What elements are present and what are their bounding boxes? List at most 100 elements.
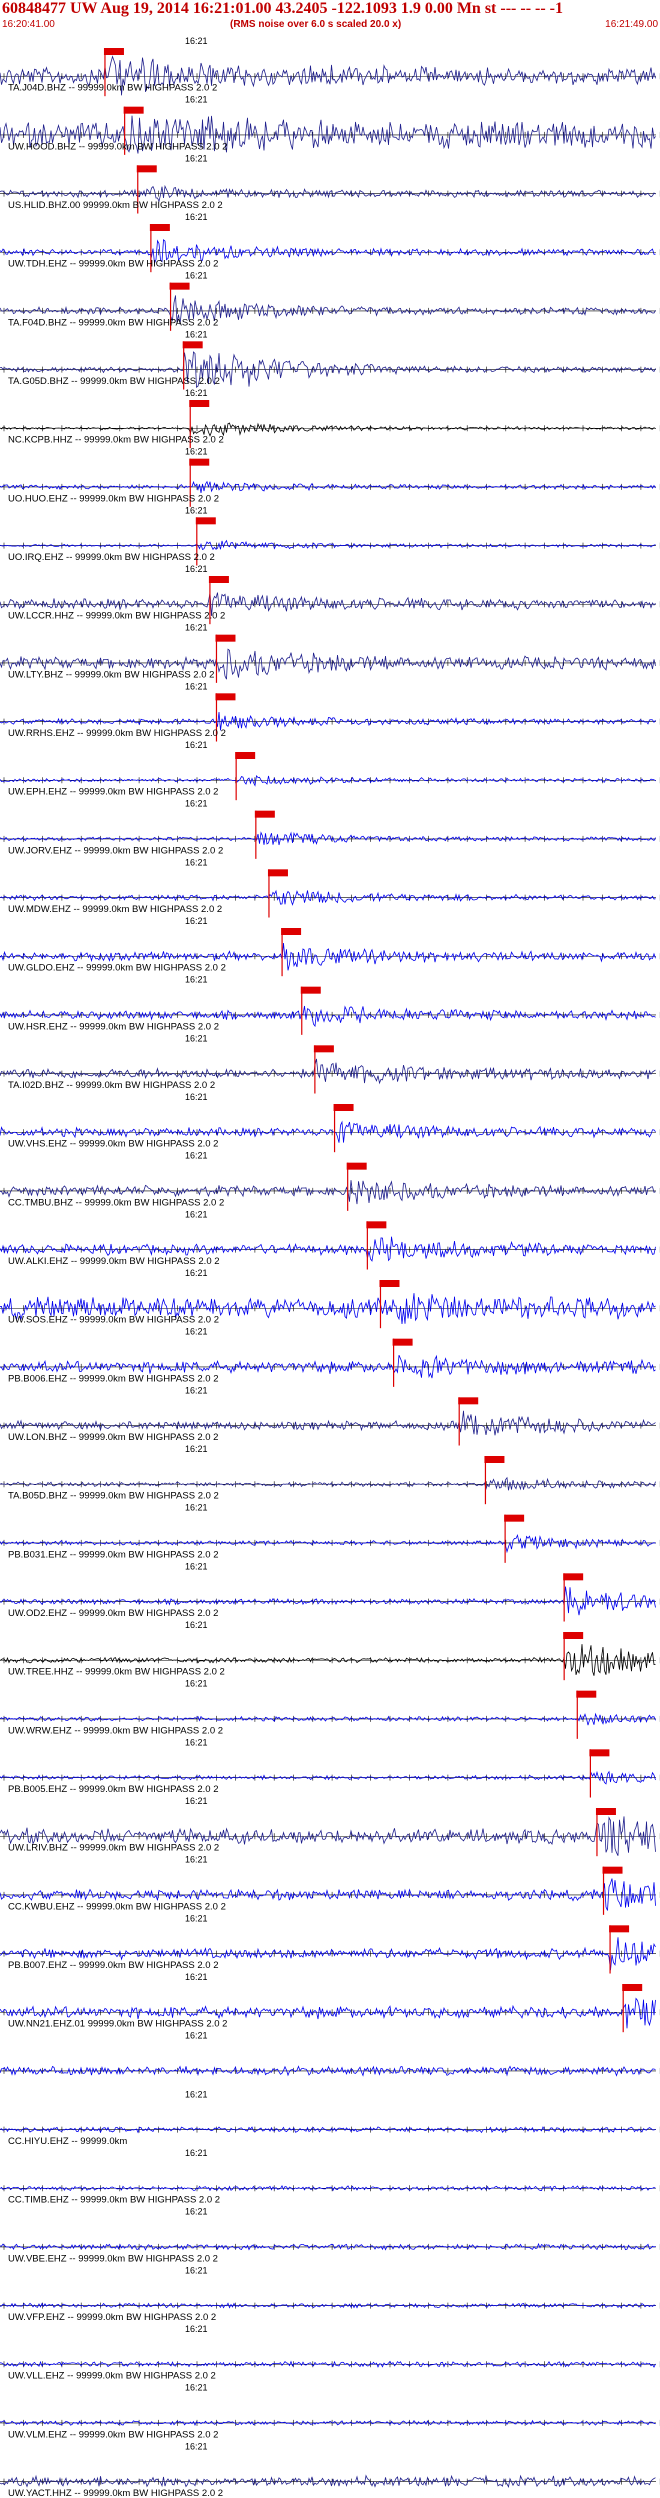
channel-label: PB.B007.EHZ -- 99999.0km BW HIGHPASS 2.0…: [8, 1960, 219, 1971]
channel-label: UW.WRW.EHZ -- 99999.0km BW HIGHPASS 2.0 …: [8, 1725, 223, 1736]
pick-flag: [595, 1808, 616, 1815]
minute-label: 16:21: [185, 623, 208, 633]
minute-label: 16:21: [185, 1796, 208, 1806]
minute-label: 16:21: [185, 1092, 208, 1102]
pick-flag: [103, 48, 124, 55]
minute-label: 16:21: [185, 2324, 208, 2334]
channel-trace: 16:21 UW.SOS.EHZ -- 99999.0km BW HIGHPASS…: [0, 1268, 660, 1329]
pick-flag: [215, 693, 236, 701]
minute-label: 16:21: [185, 1327, 208, 1337]
minute-label: 16:21: [185, 329, 208, 339]
pick-flag: [589, 1749, 610, 1757]
channel-label: PB.B031.EHZ -- 99999.0km BW HIGHPASS 2.0…: [8, 1549, 219, 1560]
minute-label: 16:21: [185, 1385, 208, 1395]
minute-label: 16:21: [185, 2089, 208, 2099]
channel-label: UW.JORV.EHZ -- 99999.0km BW HIGHPASS 2.0…: [8, 845, 223, 856]
channel-label: UW.VFP.EHZ -- 99999.0km BW HIGHPASS 2.0 …: [8, 2312, 216, 2323]
pick-flag: [267, 869, 288, 877]
rms-scaling-note: (RMS noise over 6.0 s scaled 20.0 x): [230, 19, 402, 30]
minute-label: 16:21: [185, 564, 208, 574]
waveform: [0, 2474, 656, 2488]
channel-label: CC.HIYU.EHZ -- 99999.0km: [8, 2136, 127, 2147]
channel-trace: 16:21 UW.NN21.EHZ.01 99999.0km BW HIGHPAS…: [0, 1972, 660, 2033]
minute-label: 16:21: [185, 916, 208, 926]
channel-label: UW.VLL.EHZ -- 99999.0km BW HIGHPASS 2.0 …: [8, 2371, 216, 2382]
channel-label: PB.B006.EHZ -- 99999.0km BW HIGHPASS 2.0…: [8, 1373, 219, 1384]
waveform: [0, 539, 656, 551]
channel-trace: 16:21 TA.B05D.BHZ -- 99999.0km BW HIGHPAS…: [0, 1444, 660, 1505]
pick-flag: [333, 1104, 354, 1111]
channel-trace: 16:21 PB.B007.EHZ -- 99999.0km BW HIGHPAS…: [0, 1913, 660, 1974]
minute-label: 16:21: [185, 1679, 208, 1689]
channel-label: UW.TDH.EHZ -- 99999.0km BW HIGHPASS 2.0 …: [8, 259, 218, 270]
waveform: [0, 480, 656, 493]
pick-flag: [346, 1162, 367, 1170]
channel-trace: 16:21 UW.JORV.EHZ -- 99999.0km BW HIGHPAS…: [0, 799, 660, 859]
record-header: 60848477 UW Aug 19, 2014 16:21:01.00 43.…: [0, 0, 660, 34]
pick-flag: [300, 986, 321, 994]
pick-flag: [254, 810, 275, 818]
channel-trace: 16:21 CC.KWBU.EHZ -- 99999.0km BW HIGHPAS…: [0, 1855, 660, 1915]
channel-label: CC.TMBU.BHZ -- 99999.0km BW HIGHPASS 2.0…: [8, 1197, 224, 1208]
channel-label: UW.MDW.EHZ -- 99999.0km BW HIGHPASS 2.0 …: [8, 904, 222, 915]
pick-flag: [602, 1866, 623, 1874]
minute-label: 16:21: [185, 2383, 208, 2393]
channel-label: UO.IRQ.EHZ -- 99999.0km BW HIGHPASS 2.0 …: [8, 552, 215, 563]
pick-flag: [563, 1573, 584, 1581]
channel-trace: 16:21 NC.KCPB.HHZ -- 99999.0km BW HIGHPAS…: [0, 388, 660, 449]
channel-label: TA.G05D.BHZ -- 99999.0km BW HIGHPASS 2.0…: [8, 376, 220, 387]
minute-label: 16:21: [185, 1913, 208, 1923]
pick-flag: [366, 1221, 387, 1229]
channel-trace: 16:21 UW.VLM.EHZ -- 99999.0km BW HIGHPASS…: [0, 2383, 660, 2440]
minute-label: 16:21: [185, 1444, 208, 1454]
channel-trace: 16:21 PB.B031.EHZ -- 99999.0km BW HIGHPAS…: [0, 1503, 660, 1563]
channel-label: TA.B05D.BHZ -- 99999.0km BW HIGHPASS 2.0…: [8, 1491, 219, 1502]
channel-label: TA.J04D.BHZ -- 99999.0km BW HIGHPASS 2.0…: [8, 83, 217, 94]
minute-label: 16:21: [185, 2031, 208, 2041]
pick-flag: [313, 1045, 334, 1053]
seismogram-panel: 16:21 TA.J04D.BHZ -- 99999.0km BW HIGHPAS…: [0, 36, 660, 2498]
minute-label: 16:21: [185, 153, 208, 163]
minute-label: 16:21: [185, 857, 208, 867]
pick-flag: [379, 1280, 400, 1287]
channel-trace: 16:21 CC.TIMB.EHZ -- 99999.0km BW HIGHPAS…: [0, 2148, 660, 2206]
minute-label: 16:21: [185, 388, 208, 398]
channel-trace: 16:21 UW.LON.BHZ -- 99999.0km BW HIGHPASS…: [0, 1385, 660, 1446]
channel-trace: 16:21 UW.VLL.EHZ -- 99999.0km BW HIGHPASS…: [0, 2324, 660, 2382]
waveform: [0, 1712, 656, 1726]
channel-label: TA.I02D.BHZ -- 99999.0km BW HIGHPASS 2.0…: [8, 1080, 215, 1091]
channel-label: UW.EPH.EHZ -- 99999.0km BW HIGHPASS 2.0 …: [8, 787, 218, 798]
pick-flag: [123, 106, 144, 114]
minute-label: 16:21: [185, 95, 208, 105]
minute-label: 16:21: [185, 799, 208, 809]
channel-trace: 16:21 TA.F04D.BHZ -- 99999.0km BW HIGHPAS…: [0, 271, 660, 331]
channel-label: UW.LTY.BHZ -- 99999.0km BW HIGHPASS 2.0 …: [8, 669, 214, 680]
channel-label: UW.SOS.EHZ -- 99999.0km BW HIGHPASS 2.0 …: [8, 1315, 219, 1326]
pick-flag: [609, 1925, 630, 1933]
channel-label: CC.KWBU.EHZ -- 99999.0km BW HIGHPASS 2.0…: [8, 1901, 226, 1912]
minute-label: 16:21: [185, 1972, 208, 1982]
minute-label: 16:21: [185, 1737, 208, 1747]
minute-label: 16:21: [185, 447, 208, 457]
channel-label: NC.KCPB.HHZ -- 99999.0km BW HIGHPASS 2.0…: [8, 435, 224, 446]
minute-label: 16:21: [185, 1268, 208, 1278]
channel-trace: 16:21 UW.RRHS.EHZ -- 99999.0km BW HIGHPAS…: [0, 681, 660, 742]
minute-label: 16:21: [185, 1209, 208, 1219]
channel-trace: 16:21 UO.IRQ.EHZ -- 99999.0km BW HIGHPASS…: [0, 505, 660, 566]
channel-label: UW.VHS.EHZ -- 99999.0km BW HIGHPASS 2.0 …: [8, 1139, 218, 1150]
pick-flag: [484, 1456, 505, 1463]
channel-trace: 16:21 UW.TDH.EHZ -- 99999.0km BW HIGHPASS…: [0, 212, 660, 273]
channel-trace: 16:21 UO.HUO.EHZ -- 99999.0km BW HIGHPASS…: [0, 447, 660, 507]
channel-trace: 16:21 UW.EPH.EHZ -- 99999.0km BW HIGHPASS…: [0, 740, 660, 801]
pick-flag: [189, 458, 210, 466]
channel-label: UW.HOOD.BHZ -- 99999.0km BW HIGHPASS 2.0…: [8, 141, 227, 152]
channel-label: US.HLID.BHZ.00 99999.0km BW HIGHPASS 2.0…: [8, 200, 223, 211]
pick-flag: [576, 1690, 597, 1698]
pick-flag: [235, 752, 256, 759]
channel-trace: 16:21 UW.GLDO.EHZ -- 99999.0km BW HIGHPAS…: [0, 916, 660, 977]
channel-label: UW.VLM.EHZ -- 99999.0km BW HIGHPASS 2.0 …: [8, 2429, 218, 2440]
minute-label: 16:21: [185, 1503, 208, 1513]
channel-label: UO.HUO.EHZ -- 99999.0km BW HIGHPASS 2.0 …: [8, 493, 219, 504]
pick-flag: [136, 165, 157, 173]
minute-label: 16:21: [185, 2148, 208, 2158]
